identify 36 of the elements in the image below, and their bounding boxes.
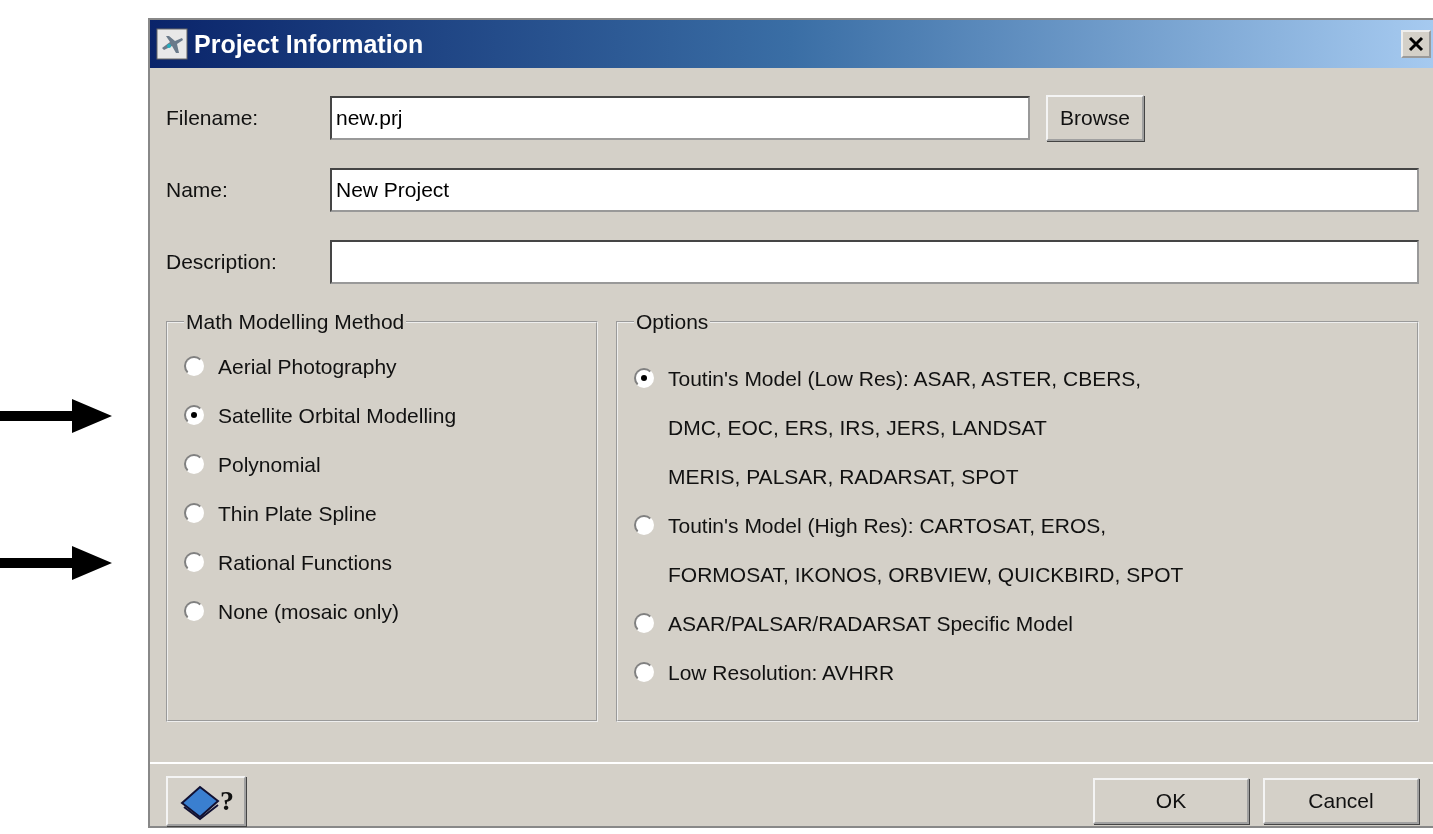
radio-button[interactable] [184, 601, 204, 621]
radio-button[interactable] [634, 613, 654, 633]
window-title: Project Information [194, 29, 425, 59]
help-button[interactable]: ? [166, 776, 246, 826]
radio-label: Rational Functions [218, 550, 392, 576]
close-button[interactable] [1401, 30, 1431, 58]
radio-label: Polynomial [218, 452, 321, 478]
airplane-icon [156, 28, 188, 60]
radio-button[interactable] [184, 503, 204, 523]
field-label: Description: [166, 250, 278, 274]
group-title: Math Modelling Method [185, 310, 406, 334]
group-title: Options [635, 310, 710, 334]
radio-label: Toutin's Model (High Res): CARTOSAT, EROS, FORMOSAT, IKONOS, ORBVIEW, QUICKBIRD, SPOT [668, 513, 1184, 588]
radio-label: Satellite Orbital Modelling [218, 403, 457, 429]
field-label: Name: [166, 178, 229, 202]
radio-button[interactable] [184, 552, 204, 572]
field-label: Filename: [166, 106, 260, 130]
radio-label: ASAR/PALSAR/RADARSAT Specific Model [668, 611, 1073, 637]
radio-label: None (mosaic only) [218, 599, 399, 625]
radio-button[interactable] [634, 662, 654, 682]
dialog-button[interactable]: OK [1093, 778, 1249, 824]
radio-button[interactable] [184, 454, 204, 474]
text-field[interactable]: New Project [330, 168, 1419, 212]
radio-button[interactable] [184, 356, 204, 376]
radio-button[interactable] [184, 405, 204, 425]
close-icon [1407, 36, 1425, 52]
radio-label: Aerial Photography [218, 354, 397, 380]
radio-label: Thin Plate Spline [218, 501, 377, 527]
radio-label: Toutin's Model (Low Res): ASAR, ASTER, CBERS, DMC, EOC, ERS, IRS, JERS, LANDSAT MERIS, PALSAR, RADARSAT, SPOT [668, 366, 1142, 490]
text-field[interactable] [330, 240, 1419, 284]
radio-button[interactable] [634, 515, 654, 535]
radio-button[interactable] [634, 368, 654, 388]
browse-button[interactable]: Browse [1046, 95, 1145, 141]
text-field[interactable]: new.prj [330, 96, 1030, 140]
dialog-button[interactable]: Cancel [1263, 778, 1419, 824]
radio-label: Low Resolution: AVHRR [668, 660, 895, 686]
